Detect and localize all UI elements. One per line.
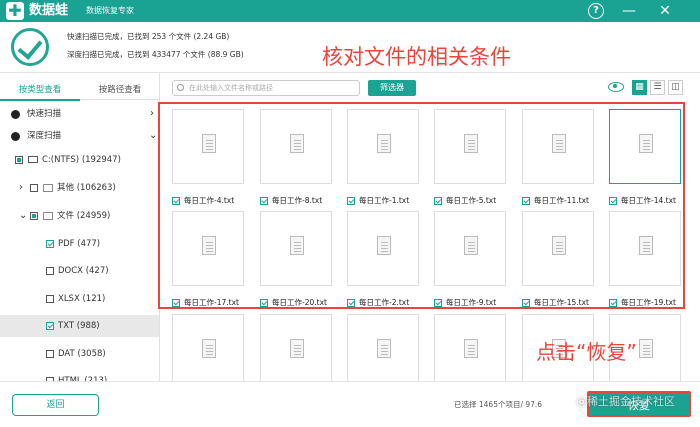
file-card[interactable] [434, 314, 518, 382]
tree-item-html[interactable]: HTML (213) [0, 370, 159, 381]
sidebar-tabs: 按类型查看 按路径查看 [0, 81, 159, 101]
file-thumbnail[interactable] [347, 314, 419, 382]
text-file-icon [202, 339, 216, 358]
grid-view-icon[interactable]: ▦ [632, 80, 647, 95]
minimize-button[interactable]: — [620, 2, 638, 20]
sidebar-item-deep-scan[interactable]: 深度扫描 ⌄ [0, 125, 159, 147]
file-thumbnail[interactable] [172, 314, 244, 382]
file-card[interactable] [172, 314, 256, 382]
chevron-right-icon: › [150, 108, 154, 119]
tree-item-dat[interactable]: DAT (3058) [0, 343, 159, 365]
annotation-box [158, 102, 685, 309]
drive-checkbox[interactable] [15, 156, 23, 164]
file-card[interactable] [260, 314, 344, 382]
preview-eye-icon[interactable] [608, 82, 624, 92]
status-dot-icon [11, 110, 20, 119]
tree-item-label: PDF (477) [58, 239, 101, 249]
app-logo-icon: ✚ [6, 2, 24, 20]
chevron-down-icon[interactable]: ⌄ [19, 205, 27, 227]
quick-scan-status: 快速扫描已完成，已找到 253 个文件 (2.24 GB) [67, 32, 230, 41]
folder-icon [43, 184, 53, 192]
text-file-icon [290, 339, 304, 358]
text-file-icon [377, 339, 391, 358]
tree-item-pdf[interactable]: PDF (477) [0, 233, 159, 255]
sidebar-item-label: 快速扫描 [27, 109, 62, 119]
tab-by-path[interactable]: 按路径查看 [80, 81, 159, 100]
tree-item-xlsx[interactable]: XLSX (121) [0, 288, 159, 310]
sidebar-item-quick-scan[interactable]: 快速扫描 › [0, 103, 159, 125]
tree-item-file[interactable]: ⌄ 文件 (24959) [0, 205, 159, 227]
list-view-icon[interactable]: ☰ [650, 80, 665, 95]
text-file-icon [464, 339, 478, 358]
tree-item-docx[interactable]: DOCX (427) [0, 260, 159, 282]
search-placeholder: 在此处输入文件名称或路径 [189, 84, 273, 92]
search-icon [177, 84, 184, 91]
deep-scan-status: 深度扫描已完成，已找到 433477 个文件 (88.9 GB) [67, 50, 244, 59]
folder-icon [43, 212, 53, 220]
tree-item-txt[interactable]: TXT (988) [0, 315, 159, 337]
filter-button[interactable]: 筛选器 [368, 80, 416, 96]
title-bar: ✚ 数据蛙 数据恢复专家 ? — ✕ [0, 0, 700, 22]
tree-item-label: DAT (3058) [58, 349, 106, 359]
sidebar: 按类型查看 按路径查看 快速扫描 › 深度扫描 ⌄ C:(NTFS) (1929… [0, 73, 160, 381]
tree-item-label: TXT (988) [58, 321, 100, 331]
toolbar: 在此处输入文件名称或路径 筛选器 ▦ ☰ ◫ [172, 80, 692, 98]
app-name: 数据蛙 [29, 3, 69, 18]
pdf-checkbox[interactable] [46, 240, 54, 248]
selection-info: 已选择 1465个项目/ 97.6 [454, 400, 543, 409]
tab-by-type[interactable]: 按类型查看 [0, 81, 80, 101]
tree-item-label: DOCX (427) [58, 266, 109, 276]
watermark: @稀土掘金技术社区 [576, 395, 675, 408]
file-thumbnail[interactable] [434, 314, 506, 382]
docx-checkbox[interactable] [46, 267, 54, 275]
detail-view-icon[interactable]: ◫ [668, 80, 683, 95]
status-dot-icon [11, 132, 20, 141]
file-thumbnail[interactable] [260, 314, 332, 382]
file-checkbox[interactable] [30, 212, 38, 220]
search-input[interactable]: 在此处输入文件名称或路径 [172, 80, 360, 96]
tree-item-other[interactable]: › 其他 (106263) [0, 177, 159, 199]
close-button[interactable]: ✕ [656, 2, 674, 20]
xlsx-checkbox[interactable] [46, 295, 54, 303]
annotation-verify: 核对文件的相关条件 [322, 45, 511, 69]
tree-item-label: HTML (213) [58, 376, 108, 381]
tree-item-label: C:(NTFS) (192947) [42, 155, 121, 165]
app-subtitle: 数据恢复专家 [86, 6, 134, 15]
dat-checkbox[interactable] [46, 350, 54, 358]
tree-item-label: 文件 (24959) [57, 211, 111, 221]
back-button[interactable]: 返回 [12, 394, 99, 416]
chevron-down-icon: ⌄ [149, 130, 158, 141]
tree-item-drive[interactable]: C:(NTFS) (192947) [0, 149, 159, 171]
txt-checkbox[interactable] [46, 322, 54, 330]
tree-item-label: 其他 (106263) [57, 183, 116, 193]
file-card[interactable] [347, 314, 431, 382]
chevron-right-icon[interactable]: › [19, 177, 23, 199]
sidebar-item-label: 深度扫描 [27, 131, 62, 141]
text-file-icon [639, 339, 653, 358]
scan-complete-check-icon [11, 28, 49, 66]
tree-item-label: XLSX (121) [58, 294, 106, 304]
other-checkbox[interactable] [30, 184, 38, 192]
help-button[interactable]: ? [588, 3, 604, 19]
drive-icon [28, 156, 38, 163]
annotation-click-recover: 点击“恢复” [536, 340, 637, 364]
